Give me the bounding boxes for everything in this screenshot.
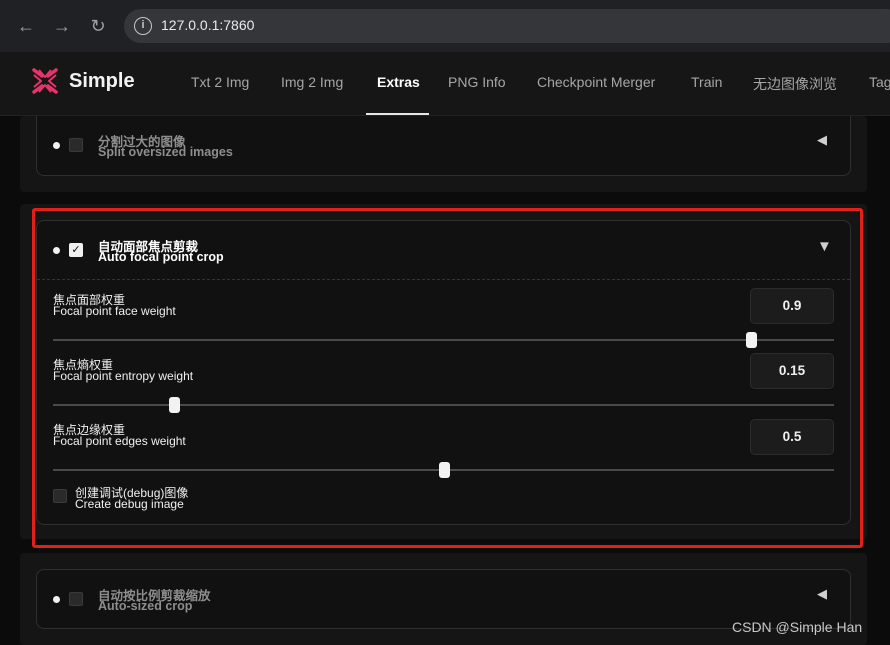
app-title: Simple — [69, 70, 135, 92]
active-tab-indicator — [366, 113, 429, 115]
collapsed-caret-icon[interactable]: ◀ — [817, 586, 827, 602]
tab-train[interactable]: Train — [691, 74, 722, 90]
tab-txt2img[interactable]: Txt 2 Img — [191, 74, 249, 90]
collapsed-caret-icon[interactable]: ◀ — [817, 132, 827, 148]
autosize-card[interactable]: 自动按比例剪裁缩放 Auto-sized crop ◀ — [36, 569, 851, 629]
highlight-frame — [32, 208, 863, 548]
status-dot — [53, 596, 60, 603]
split-checkbox[interactable] — [69, 138, 83, 152]
autosize-label-en: Auto-sized crop — [98, 599, 193, 613]
site-info-icon[interactable]: i — [134, 17, 152, 35]
status-dot — [53, 142, 60, 149]
forward-arrow-icon[interactable]: → — [50, 14, 74, 38]
tab-img2img[interactable]: Img 2 Img — [281, 74, 343, 90]
url-text: 127.0.0.1:7860 — [161, 17, 255, 33]
autosize-checkbox[interactable] — [69, 592, 83, 606]
tab-tag[interactable]: Tag — [869, 74, 890, 90]
address-bar[interactable]: i 127.0.0.1:7860 — [124, 9, 890, 43]
app-header: Simple Txt 2 Img Img 2 Img Extras PNG In… — [0, 52, 890, 116]
tab-png-info[interactable]: PNG Info — [448, 74, 506, 90]
reload-icon[interactable]: ↻ — [86, 14, 110, 38]
tab-extras[interactable]: Extras — [377, 74, 420, 90]
browser-toolbar: ← → ↻ i 127.0.0.1:7860 — [0, 0, 890, 52]
split-card[interactable]: 分割过大的图像 Split oversized images ◀ — [36, 116, 851, 176]
logo-icon — [32, 68, 58, 94]
split-label-en: Split oversized images — [98, 145, 233, 159]
tab-checkpoint-merger[interactable]: Checkpoint Merger — [537, 74, 655, 90]
back-arrow-icon[interactable]: ← — [14, 14, 38, 38]
tab-infinite-image-browsing[interactable]: 无边图像浏览 — [753, 74, 837, 94]
watermark: CSDN @Simple Han — [732, 619, 863, 635]
